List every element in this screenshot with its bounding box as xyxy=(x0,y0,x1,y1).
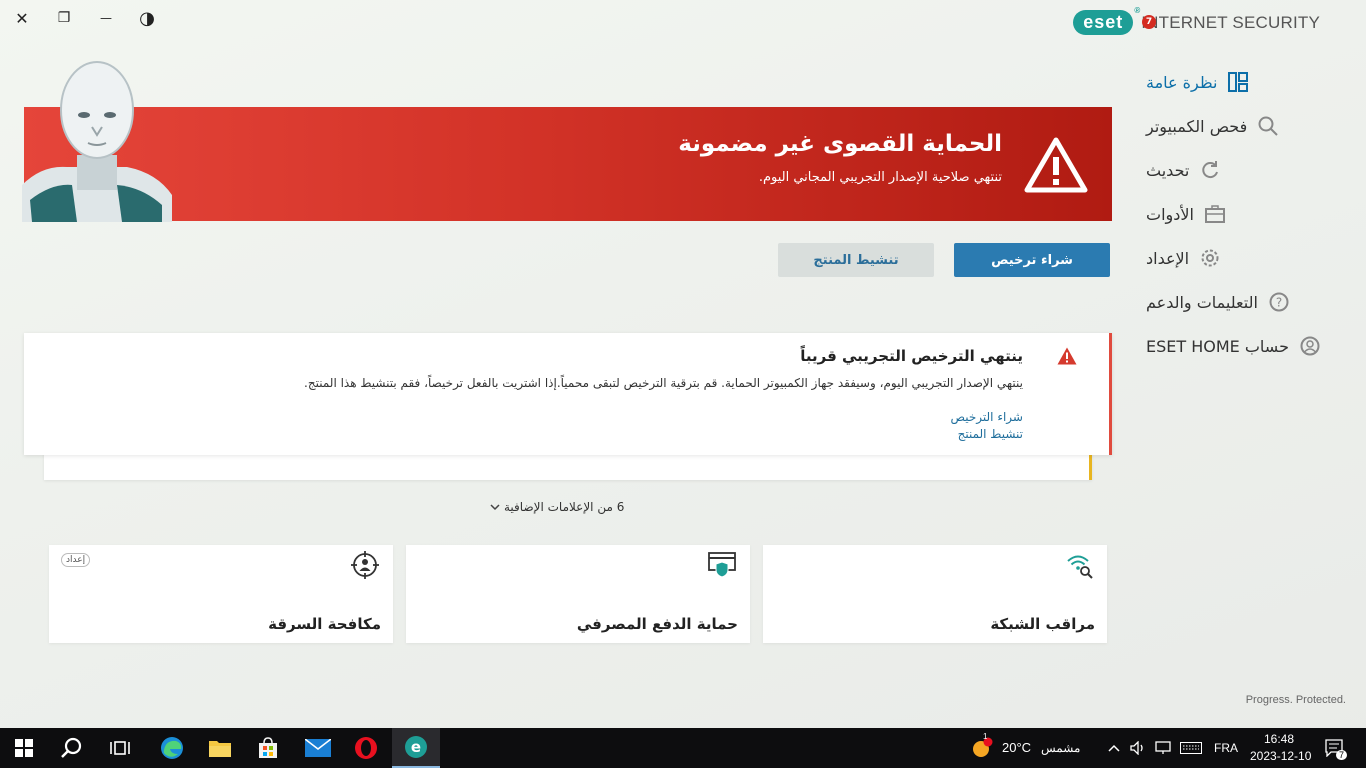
taskbar: e 1 20°C مشمس FRA 16:48 2023-12-10 7 xyxy=(0,728,1366,768)
wifi-search-icon xyxy=(1067,555,1093,579)
dashboard-icon xyxy=(1227,71,1249,93)
restore-icon[interactable]: ❐ xyxy=(52,6,76,30)
edge-browser-icon[interactable] xyxy=(148,728,196,768)
search-icon[interactable] xyxy=(48,728,96,768)
help-icon: ? xyxy=(1268,291,1290,313)
eset-window: ✕ ❐ — ◑ eset ® INTERNET SECURITY 7 نظرة ع… xyxy=(0,0,1366,728)
keyboard-icon[interactable] xyxy=(1178,728,1204,768)
volume-icon[interactable] xyxy=(1126,728,1150,768)
sidebar-item-label: تحديث xyxy=(1146,160,1190,180)
notification-text: ينتهي الإصدار التجريبي اليوم، وسيفقد جها… xyxy=(304,376,1023,390)
notification-center-icon[interactable] xyxy=(1320,728,1350,768)
network-icon[interactable] xyxy=(1151,728,1175,768)
sidebar-item-label: نظرة عامة xyxy=(1146,72,1218,92)
more-notifications-toggle[interactable]: 6 من الإعلامات الإضافية xyxy=(490,500,624,514)
setup-tag[interactable]: إعداد xyxy=(61,553,91,567)
gear-icon xyxy=(1199,247,1221,269)
brand: eset ® INTERNET SECURITY xyxy=(1073,6,1320,35)
refresh-icon xyxy=(1199,159,1221,181)
sidebar-item-overview[interactable]: نظرة عامة xyxy=(1146,60,1346,104)
mail-icon[interactable] xyxy=(294,728,342,768)
svg-text:e: e xyxy=(411,738,421,756)
sidebar-item-label: فحص الكمبيوتر xyxy=(1146,116,1248,136)
shield-card-icon xyxy=(708,552,736,578)
card-title: حماية الدفع المصرفي xyxy=(576,615,738,633)
notification-count: 7 xyxy=(1336,750,1348,760)
sidebar-item-label: التعليمات والدعم xyxy=(1146,292,1258,312)
input-language[interactable]: FRA xyxy=(1214,741,1238,755)
user-icon xyxy=(1299,335,1321,357)
trial-expiring-notification: ينتهي الترخيص التجريبي قريباً ينتهي الإص… xyxy=(24,333,1112,455)
sidebar-item-setup[interactable]: الإعداد xyxy=(1146,236,1346,280)
sidebar-item-eset-home[interactable]: حساب ESET HOME xyxy=(1146,324,1346,368)
warning-icon xyxy=(1057,347,1077,365)
card-title: مكافحة السرقة xyxy=(268,615,381,633)
weather-sun-icon[interactable] xyxy=(964,728,1000,768)
eset-logo: eset ® xyxy=(1073,6,1140,35)
buy-license-link[interactable]: شراء الترخيص xyxy=(951,410,1023,424)
sidebar-item-label: الأدوات xyxy=(1146,204,1194,224)
contrast-icon[interactable]: ◑ xyxy=(135,6,159,30)
clock-time[interactable]: 16:48 xyxy=(1264,732,1294,746)
store-icon[interactable] xyxy=(244,728,292,768)
protection-alert-banner: الحماية القصوى غير مضمونة تنتهي صلاحية ا… xyxy=(24,107,1112,221)
weather-label[interactable]: مشمس xyxy=(1041,741,1080,755)
eset-taskbar-icon[interactable]: e xyxy=(392,728,440,768)
card-network-inspector[interactable]: مراقب الشبكة xyxy=(763,545,1107,643)
sidebar-item-tools[interactable]: الأدوات xyxy=(1146,192,1346,236)
chevron-down-icon xyxy=(490,504,500,511)
close-icon[interactable]: ✕ xyxy=(10,6,34,30)
clock-date[interactable]: 2023-12-10 xyxy=(1250,749,1311,763)
banner-subtitle: تنتهي صلاحية الإصدار التجريبي المجاني ال… xyxy=(758,170,1002,185)
opera-browser-icon[interactable] xyxy=(342,728,390,768)
sidebar-item-help[interactable]: ? التعليمات والدعم xyxy=(1146,280,1346,324)
sidebar-item-update[interactable]: تحديث xyxy=(1146,148,1346,192)
more-notifications-label: 6 من الإعلامات الإضافية xyxy=(504,500,625,514)
tagline: Progress. Protected. xyxy=(1245,694,1346,706)
weather-badge: 1 xyxy=(983,732,988,741)
chevron-up-icon[interactable] xyxy=(1102,728,1126,768)
activate-product-link[interactable]: تنشيط المنتج xyxy=(958,427,1023,441)
weather-temp[interactable]: 20°C xyxy=(1002,740,1031,755)
warning-icon xyxy=(1024,137,1088,193)
card-banking-protection[interactable]: حماية الدفع المصرفي xyxy=(406,545,750,643)
card-anti-theft[interactable]: إعداد مكافحة السرقة xyxy=(49,545,393,643)
briefcase-icon xyxy=(1204,203,1226,225)
product-name: INTERNET SECURITY xyxy=(1141,12,1320,32)
sidebar-item-scan[interactable]: فحص الكمبيوتر xyxy=(1146,104,1346,148)
sidebar-item-label: حساب ESET HOME xyxy=(1146,336,1289,356)
robot-mascot-icon xyxy=(22,61,172,222)
notification-title: ينتهي الترخيص التجريبي قريباً xyxy=(800,347,1023,365)
card-title: مراقب الشبكة xyxy=(990,615,1095,633)
activate-product-button[interactable]: تنشيط المنتج xyxy=(778,243,934,277)
windows-start-icon[interactable] xyxy=(0,728,48,768)
crosshair-person-icon xyxy=(351,551,379,579)
sidebar-nav: نظرة عامة فحص الكمبيوتر تحديث الأدوات ال… xyxy=(1146,60,1346,368)
minimize-icon[interactable]: — xyxy=(94,6,118,30)
overview-badge: 7 xyxy=(1142,15,1156,29)
banner-title: الحماية القصوى غير مضمونة xyxy=(678,131,1002,157)
task-view-icon[interactable] xyxy=(96,728,144,768)
sidebar-item-label: الإعداد xyxy=(1146,248,1190,268)
buy-license-button[interactable]: شراء ترخيص xyxy=(954,243,1110,277)
search-icon xyxy=(1257,115,1279,137)
svg-text:?: ? xyxy=(1276,296,1282,310)
file-explorer-icon[interactable] xyxy=(196,728,244,768)
